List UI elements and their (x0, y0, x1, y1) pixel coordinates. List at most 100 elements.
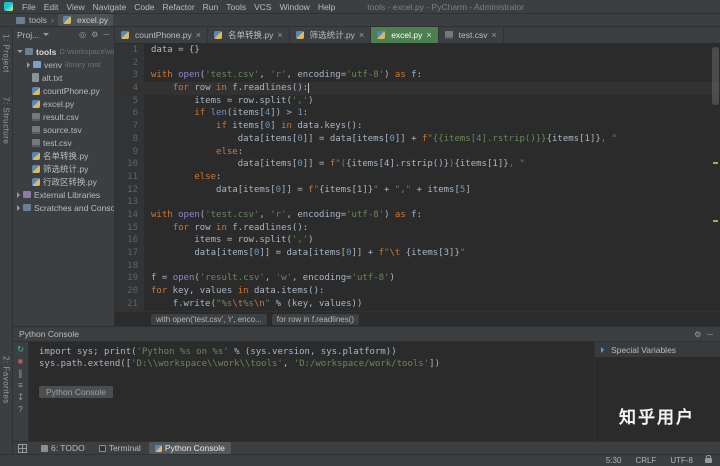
code-text: for row in f.readlines(): (144, 222, 720, 235)
stripe-button[interactable]: 1: Project (2, 30, 11, 77)
caret-position[interactable]: 5:30 (606, 456, 622, 465)
editor[interactable]: 1 data = {} 2 3 with open('test.csv', 'r', e… (115, 44, 720, 311)
breadcrumb-item[interactable]: with open('test.csv', 'r', enco... (151, 313, 267, 325)
code-line[interactable]: 10 data[items[0]] = f"({items[4].rstrip(… (115, 158, 720, 171)
code-line[interactable]: 9 else: (115, 146, 720, 159)
bottom-tab[interactable]: Terminal (93, 442, 147, 454)
stop-icon[interactable]: ■ (15, 356, 27, 367)
bottom-tab[interactable]: Python Console (148, 442, 231, 454)
token: "{{items[4].rstrip()}} (427, 133, 547, 144)
console-output[interactable]: import sys; print('Python %s on %s' % (s… (29, 342, 594, 441)
menu-file[interactable]: File (18, 2, 40, 12)
hide-panel-icon[interactable]: ─ (102, 30, 110, 39)
breadcrumb-current[interactable]: excel.py (57, 14, 114, 26)
menu-view[interactable]: View (62, 2, 88, 12)
code-line[interactable]: 8 data[items[0]] = data[items[0]] + f"{{… (115, 133, 720, 146)
code-line[interactable]: 15 for row in f.readlines(): (115, 222, 720, 235)
menu-run[interactable]: Run (199, 2, 223, 12)
tree-arrow-icon[interactable] (17, 204, 20, 211)
bottom-tab[interactable]: 6: TODO (35, 442, 91, 454)
editor-tab[interactable]: 筛选统计.py × (290, 27, 372, 43)
menu-tools[interactable]: Tools (222, 2, 250, 12)
tree-item[interactable]: 名单转换.py (13, 149, 114, 162)
python-icon (32, 99, 40, 108)
code-line[interactable]: 5 items = row.split(',') (115, 95, 720, 108)
stripe-button[interactable]: 2: Favorites (2, 352, 11, 408)
tree-arrow-icon[interactable] (17, 50, 23, 53)
close-icon[interactable]: × (491, 30, 496, 40)
code-line[interactable]: 20 for key, values in data.items(): (115, 285, 720, 298)
lock-icon[interactable] (705, 455, 712, 463)
help-icon[interactable]: ? (15, 404, 27, 415)
pause-icon[interactable]: ∥ (15, 368, 27, 379)
code-line[interactable]: 11 else: (115, 171, 720, 184)
code-line[interactable]: 1 data = {} (115, 44, 720, 57)
rerun-icon[interactable]: ↻ (15, 344, 27, 355)
close-icon[interactable]: × (277, 30, 282, 40)
code-line[interactable]: 2 (115, 57, 720, 70)
menu-vcs[interactable]: VCS (250, 2, 275, 12)
menu-refactor[interactable]: Refactor (159, 2, 199, 12)
code-line[interactable]: 7 if items[0] in data.keys(): (115, 120, 720, 133)
scroll-to-end-icon[interactable]: ↧ (15, 392, 27, 403)
breadcrumb-item[interactable]: for row in f.readlines() (271, 313, 360, 325)
editor-tab[interactable]: excel.py × (371, 27, 439, 43)
special-variables-header[interactable]: Special Variables (595, 342, 720, 357)
token: open (172, 273, 195, 284)
tree-item[interactable]: test.csv (13, 136, 114, 149)
close-icon[interactable]: × (196, 30, 201, 40)
menu-navigate[interactable]: Navigate (89, 2, 131, 12)
locate-icon[interactable]: ◎ (78, 30, 87, 39)
line-ending-indicator[interactable]: CRLF (635, 456, 656, 465)
tree-item[interactable]: 行政区转换.py (13, 175, 114, 188)
code-line[interactable]: 18 (115, 260, 720, 273)
code-line[interactable]: 12 data[items[0]] = f"{items[1]}" + "," … (115, 184, 720, 197)
menu-edit[interactable]: Edit (40, 2, 63, 12)
tree-item[interactable]: External Libraries (13, 188, 114, 201)
menu-help[interactable]: Help (314, 2, 339, 12)
tree-item[interactable]: 筛选统计.py (13, 162, 114, 175)
menu-code[interactable]: Code (130, 2, 158, 12)
tree-item[interactable]: source.tsv (13, 123, 114, 136)
tree-item[interactable]: result.csv (13, 110, 114, 123)
tool-windows-icon[interactable] (18, 443, 27, 453)
token: f.readlines(): (226, 222, 309, 233)
code-line[interactable]: 13 (115, 196, 720, 209)
token: import sys; print( (39, 347, 137, 357)
close-icon[interactable]: × (426, 30, 431, 40)
close-icon[interactable]: × (359, 30, 364, 40)
tree-item[interactable]: venv library root (13, 58, 114, 71)
csv-icon (32, 112, 40, 121)
stripe-button[interactable]: 7: Structure (2, 93, 11, 148)
settings-icon[interactable]: ⚙ (90, 30, 99, 39)
code-line[interactable]: 21 f.write("%s\t%s\n" % (key, values)) (115, 298, 720, 311)
menu-window[interactable]: Window (276, 2, 314, 12)
python-icon (32, 151, 40, 160)
code-line[interactable]: 3 with open('test.csv', 'r', encoding='ut… (115, 69, 720, 82)
console-settings-icon[interactable]: ⚙ (693, 330, 702, 339)
tree-item[interactable]: toolsD:\workspace\work\tools (13, 45, 114, 58)
tree-arrow-icon[interactable] (27, 61, 30, 68)
tree-item[interactable]: countPhone.py (13, 84, 114, 97)
project-panel-title[interactable]: Proj... (17, 30, 39, 40)
encoding-indicator[interactable]: UTF-8 (670, 456, 693, 465)
code-line[interactable]: 16 items = row.split(',') (115, 234, 720, 247)
code-line[interactable]: 14 with open('test.csv', 'r', encoding='u… (115, 209, 720, 222)
tree-item[interactable]: Scratches and Consoles (13, 201, 114, 214)
console-hide-icon[interactable]: ─ (706, 330, 714, 339)
breadcrumb-root[interactable]: tools (29, 15, 47, 25)
editor-scrollbar[interactable] (712, 47, 719, 105)
editor-tab[interactable]: countPhone.py × (115, 27, 208, 43)
tree-item[interactable]: alt.txt (13, 71, 114, 84)
token: % (sys.version, sys.platform)) (228, 347, 397, 357)
code-line[interactable]: 19 f = open('result.csv', 'w', encoding='… (115, 272, 720, 285)
code-line[interactable]: 6 if len(items[4]) > 1: (115, 107, 720, 120)
editor-tab[interactable]: 名单转换.py × (208, 27, 290, 43)
tree-item[interactable]: excel.py (13, 97, 114, 110)
soft-wrap-icon[interactable]: ≡ (15, 380, 27, 391)
editor-tab[interactable]: test.csv × (439, 27, 504, 43)
chevron-down-icon[interactable] (43, 33, 50, 36)
code-line[interactable]: 4 for row in f.readlines(): (115, 82, 720, 95)
code-line[interactable]: 17 data[items[0]] = data[items[0]] + f"\… (115, 247, 720, 260)
tree-arrow-icon[interactable] (17, 191, 20, 198)
